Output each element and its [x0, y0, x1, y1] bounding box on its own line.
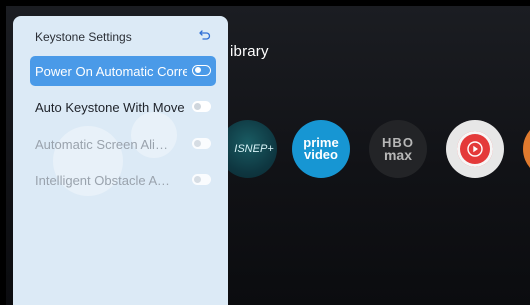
- app-tile-partial[interactable]: [523, 120, 530, 178]
- hbo-logo-line2: max: [383, 147, 413, 163]
- app-tile-prime-video[interactable]: prime video: [292, 120, 350, 178]
- setting-row-automatic-screen-alignment[interactable]: Automatic Screen Alignment: [30, 129, 216, 159]
- back-arrow-icon[interactable]: [198, 28, 212, 42]
- youtube-logo: [457, 131, 493, 167]
- toggle-switch[interactable]: [192, 138, 211, 149]
- setting-label: Automatic Screen Alignment: [35, 136, 175, 152]
- panel-title: Keystone Settings: [35, 30, 132, 44]
- setting-label: Power On Automatic Correction: [35, 63, 187, 79]
- setting-label: Intelligent Obstacle Avoidance: [35, 172, 175, 188]
- app-library-heading: ibrary: [230, 43, 269, 60]
- setting-label: Auto Keystone With Move: [35, 99, 185, 115]
- app-tile-hbo-max[interactable]: HBO max: [369, 120, 427, 178]
- setting-row-auto-keystone-with-move[interactable]: Auto Keystone With Move: [30, 92, 216, 122]
- setting-row-power-on-automatic-correction[interactable]: Power On Automatic Correction: [30, 56, 216, 86]
- setting-row-intelligent-obstacle-avoidance[interactable]: Intelligent Obstacle Avoidance: [30, 165, 216, 195]
- toggle-knob: [195, 67, 201, 73]
- disney-plus-logo: ISNEP+: [234, 143, 274, 155]
- toggle-switch[interactable]: [192, 65, 211, 76]
- play-icon: [467, 141, 483, 157]
- toggle-switch[interactable]: [192, 101, 211, 112]
- prime-logo-line2: video: [304, 147, 338, 162]
- toggle-knob: [194, 176, 201, 183]
- keystone-settings-panel: Keystone Settings Power On Automatic Cor…: [13, 16, 228, 305]
- toggle-knob: [194, 103, 201, 110]
- app-tile-youtube[interactable]: [446, 120, 504, 178]
- toggle-switch[interactable]: [192, 174, 211, 185]
- toggle-knob: [194, 140, 201, 147]
